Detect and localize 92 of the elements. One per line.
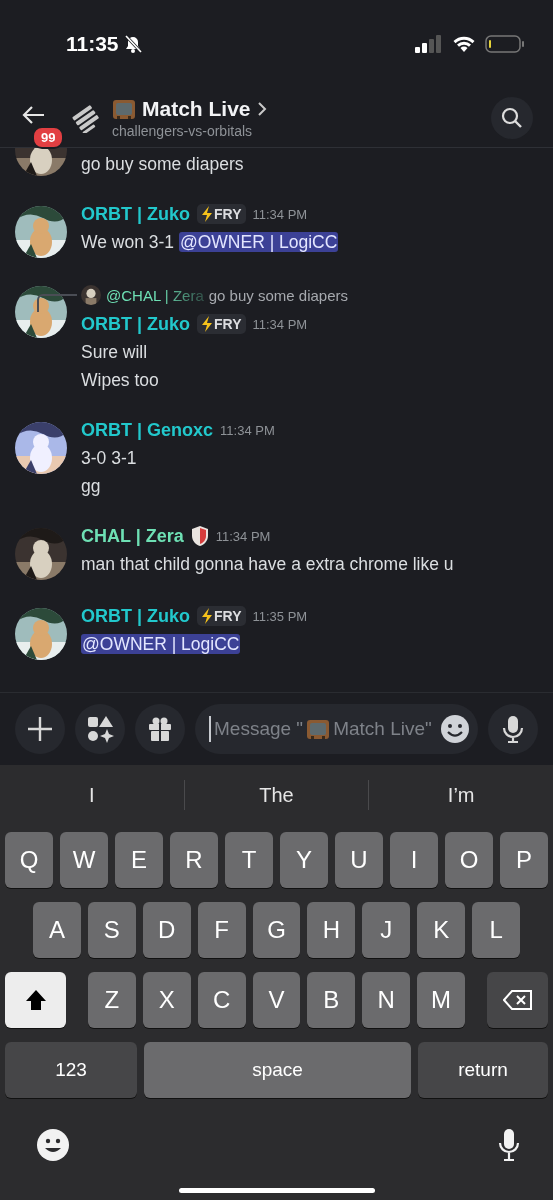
message-text: Wipes too (81, 370, 159, 390)
key[interactable]: J (362, 902, 411, 958)
tv-icon (306, 717, 331, 741)
bolt-icon (201, 206, 214, 222)
gift-button[interactable] (135, 704, 185, 754)
signal-icon (415, 35, 443, 53)
message-text: gg (81, 476, 101, 496)
bolt-icon (201, 316, 214, 332)
key[interactable]: I (390, 832, 438, 888)
role-tag: FRY (197, 606, 246, 626)
message-text: man that child gonna have a extra chrome like u (81, 554, 454, 574)
timestamp: 11:34 PM (252, 206, 308, 222)
role-tag: FRY (197, 314, 246, 334)
emoji-icon[interactable] (36, 1128, 70, 1162)
back-arrow-icon (22, 104, 46, 125)
username[interactable]: ORBT | Genoxc (81, 419, 214, 441)
return-key[interactable]: return (418, 1042, 548, 1098)
shapes-icon (86, 715, 114, 743)
key[interactable]: V (252, 972, 301, 1028)
suggestion[interactable]: I’m (369, 782, 553, 808)
shift-arrow-icon (23, 988, 48, 1012)
key[interactable]: X (142, 972, 191, 1028)
message-text: Sure will (81, 342, 148, 362)
placeholder-text: Message " (214, 718, 304, 740)
key[interactable]: F (197, 902, 246, 958)
key[interactable]: M (417, 972, 465, 1028)
reply-author[interactable]: @CHAL | Zera (106, 286, 204, 304)
key[interactable]: B (307, 972, 356, 1028)
suggestion[interactable]: The (184, 782, 369, 808)
key[interactable]: A (33, 902, 81, 958)
username[interactable]: CHAL | Zera (81, 525, 184, 547)
battery-icon (485, 34, 525, 54)
key[interactable]: N (362, 972, 411, 1028)
role-tag: FRY (197, 204, 246, 224)
backspace-icon (502, 989, 533, 1011)
key[interactable]: E (115, 832, 163, 888)
key[interactable]: D (142, 902, 191, 958)
key[interactable]: W (60, 832, 108, 888)
key[interactable]: U (335, 832, 383, 888)
channel-title[interactable]: Match Live (142, 96, 251, 121)
timestamp: 11:34 PM (215, 528, 271, 544)
channel-subtitle: challengers-vs-orbitals (112, 122, 254, 139)
message-text: 3-0 3-1 (81, 448, 137, 468)
key[interactable]: C (197, 972, 246, 1028)
shift-key[interactable] (5, 972, 66, 1028)
clock: 11:35 (66, 32, 119, 56)
microphone-icon (502, 715, 524, 743)
key[interactable]: G (252, 902, 301, 958)
unread-badge: 99 (32, 125, 65, 149)
timestamp: 11:34 PM (220, 422, 275, 438)
key[interactable]: Q (5, 832, 53, 888)
wifi-icon (452, 35, 476, 53)
voice-button[interactable] (488, 704, 538, 754)
space-key[interactable]: space (144, 1042, 411, 1098)
timestamp: 11:34 PM (252, 316, 308, 332)
reply-connector (37, 294, 77, 312)
key[interactable]: Z (88, 972, 136, 1028)
username[interactable]: ORBT | Zuko (81, 605, 191, 627)
timestamp: 11:35 PM (252, 608, 308, 624)
plus-icon (27, 716, 53, 742)
message-text: We won 3-1 (81, 232, 176, 252)
username[interactable]: ORBT | Zuko (81, 203, 191, 225)
gift-icon (147, 716, 173, 742)
chevron-icon (256, 100, 267, 117)
reply-preview[interactable]: go buy some diapers (208, 286, 348, 304)
placeholder-text: Match Live" (333, 718, 432, 740)
numbers-key[interactable]: 123 (5, 1042, 137, 1098)
key[interactable]: R (170, 832, 218, 888)
server-icon[interactable] (72, 102, 102, 133)
bolt-icon (201, 608, 214, 624)
mention[interactable]: @OWNER | LogiCC (178, 232, 339, 252)
emoji-icon[interactable] (440, 714, 470, 744)
key[interactable]: H (307, 902, 356, 958)
add-button[interactable] (15, 704, 65, 754)
key[interactable]: K (417, 902, 466, 958)
key[interactable]: T (225, 832, 273, 888)
message-field[interactable]: Message " Match Live" (195, 704, 478, 754)
key[interactable]: Y (280, 832, 328, 888)
username[interactable]: ORBT | Zuko (81, 313, 191, 335)
mention[interactable]: @OWNER | LogiCC (81, 634, 241, 654)
search-button[interactable] (491, 96, 533, 139)
search-icon (501, 106, 523, 129)
delete-key[interactable] (487, 972, 548, 1028)
key[interactable]: L (472, 902, 520, 958)
muted-bell-icon (122, 34, 143, 54)
microphone-icon[interactable] (497, 1128, 521, 1162)
apps-button[interactable] (75, 704, 125, 754)
key[interactable]: O (445, 832, 493, 888)
key[interactable]: S (87, 902, 136, 958)
message-text: go buy some diapers (81, 154, 244, 174)
key[interactable]: P (500, 832, 548, 888)
suggestion[interactable]: I (0, 782, 184, 808)
